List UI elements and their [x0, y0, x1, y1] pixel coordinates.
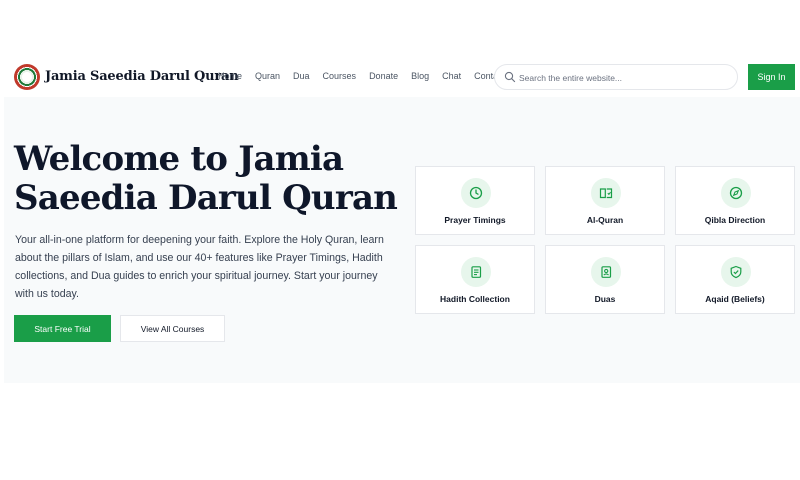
hands-book-icon	[591, 257, 621, 287]
feature-card-qibla-direction[interactable]: Qibla Direction	[675, 166, 795, 235]
start-free-trial-button[interactable]: Start Free Trial	[14, 315, 111, 342]
feature-card-prayer-timings[interactable]: Prayer Timings	[415, 166, 535, 235]
nav-home[interactable]: Home	[218, 71, 242, 81]
nav-blog[interactable]: Blog	[411, 71, 429, 81]
nav-quran[interactable]: Quran	[255, 71, 280, 81]
nav-chat[interactable]: Chat	[442, 71, 461, 81]
feature-card-al-quran[interactable]: Al-Quran	[545, 166, 665, 235]
feature-label: Prayer Timings	[444, 215, 506, 225]
hero-title: Welcome to Jamia Saeedia Darul Quran	[14, 139, 398, 218]
compass-icon	[721, 178, 751, 208]
feature-card-aqaid-beliefs[interactable]: Aqaid (Beliefs)	[675, 245, 795, 314]
nav-courses[interactable]: Courses	[323, 71, 357, 81]
book-icon	[461, 257, 491, 287]
nav-dua[interactable]: Dua	[293, 71, 310, 81]
feature-label: Aqaid (Beliefs)	[705, 294, 765, 304]
search-icon	[504, 71, 516, 83]
feature-card-duas[interactable]: Duas	[545, 245, 665, 314]
feature-label: Hadith Collection	[440, 294, 510, 304]
feature-label: Duas	[594, 294, 616, 304]
site-header: Jamia Saeedia Darul Quran Home Quran Dua…	[0, 60, 800, 96]
feature-card-hadith-collection[interactable]: Hadith Collection	[415, 245, 535, 314]
feature-label: Al-Quran	[586, 215, 624, 225]
search-input[interactable]	[519, 69, 729, 86]
shield-check-icon	[721, 257, 751, 287]
main-nav: Home Quran Dua Courses Donate Blog Chat …	[0, 60, 496, 96]
view-all-courses-button[interactable]: View All Courses	[120, 315, 225, 342]
feature-label: Qibla Direction	[704, 215, 766, 225]
book-open-icon	[591, 178, 621, 208]
search-box[interactable]	[494, 64, 738, 90]
hero-description: Your all-in-one platform for deepening y…	[15, 234, 384, 300]
nav-contact[interactable]: Contact	[474, 71, 496, 81]
nav-donate[interactable]: Donate	[369, 71, 398, 81]
clock-icon	[461, 178, 491, 208]
sign-in-button[interactable]: Sign In	[748, 64, 795, 90]
